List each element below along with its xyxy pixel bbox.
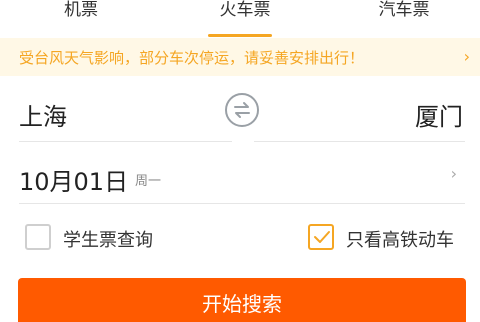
from-city[interactable]: 上海 xyxy=(19,97,67,132)
notice-text: 受台风天气影响，部分车次停运，请妥善安排出行！ xyxy=(19,49,365,67)
divider xyxy=(19,203,465,204)
high-speed-checkbox[interactable] xyxy=(308,224,334,250)
weekday-label: 周一 xyxy=(135,174,162,189)
chevron-right-icon: › xyxy=(450,164,457,183)
student-checkbox[interactable] xyxy=(25,224,51,250)
student-label: 学生票查询 xyxy=(63,230,153,251)
active-tab-indicator xyxy=(208,34,272,37)
to-city[interactable]: 厦门 xyxy=(415,97,463,132)
high-speed-label: 只看高铁动车 xyxy=(346,230,454,251)
tab-bus[interactable]: 汽车票 xyxy=(344,0,464,38)
tab-train[interactable]: 火车票 xyxy=(185,0,305,38)
weather-notice-bar[interactable]: 受台风天气影响，部分车次停运，请妥善安排出行！ › xyxy=(0,38,480,76)
swap-arrows-icon xyxy=(234,102,250,118)
divider xyxy=(254,141,465,142)
checkmark-icon xyxy=(314,231,330,243)
swap-icon[interactable] xyxy=(225,93,259,127)
search-button[interactable]: 开始搜索 xyxy=(18,278,466,322)
transport-tabs: 机票 火车票 汽车票 xyxy=(0,0,480,38)
departure-date: 10月01日 xyxy=(19,168,129,196)
divider xyxy=(19,141,232,142)
date-selector[interactable]: 10月01日 周一 › xyxy=(19,162,465,196)
chevron-right-icon: › xyxy=(463,47,470,66)
tab-flight[interactable]: 机票 xyxy=(21,0,141,38)
